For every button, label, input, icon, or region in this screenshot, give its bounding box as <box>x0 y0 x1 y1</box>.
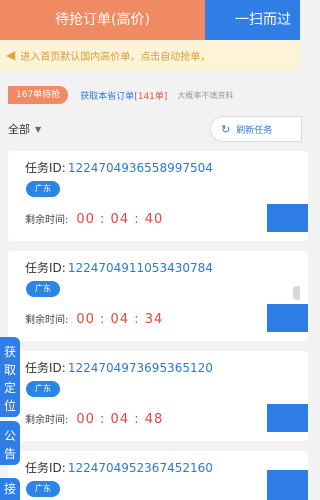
task-id-value: 1224704936558997504 <box>67 161 213 175</box>
partial-side-button[interactable]: 接 <box>0 478 20 500</box>
task-id-row: 任务ID: 1224704911053430784 <box>25 259 213 276</box>
refresh-icon: ↻ <box>221 122 231 136</box>
region-tag: 广东 <box>26 181 60 197</box>
countdown: 00 : 04 : 40 <box>76 212 164 227</box>
task-id-label: 任务ID: <box>25 461 66 475</box>
region-tag: 广东 <box>26 381 60 397</box>
remaining-time-label: 剩余时间: <box>25 215 69 226</box>
fetch-label: 获取本省订单 <box>80 91 135 102</box>
remaining-time-row: 剩余时间: 00 : 04 : 48 <box>25 408 163 427</box>
grab-order-button[interactable] <box>267 304 308 332</box>
countdown: 00 : 04 : 34 <box>76 312 164 327</box>
region-tag: 广东 <box>26 481 60 497</box>
filter-bar: 全部 ▼ ↻ 刷新任务 <box>0 116 302 142</box>
task-id-label: 任务ID: <box>25 361 66 375</box>
stats-bar: 167单待抢 获取本省订单[141单] 大概率不填资料 <box>0 84 300 106</box>
notice-text: 进入首页默认国内高价单，点击自动抢单， <box>20 51 211 63</box>
announcement-button[interactable]: 公告 <box>0 421 20 465</box>
task-id-row: 任务ID: 1224704952367452160 <box>25 459 213 476</box>
task-id-row: 任务ID: 1224704973695365120 <box>25 359 213 376</box>
task-card: 任务ID: 1224704936558997504 广东 剩余时间: 00 : 04… <box>8 151 308 241</box>
edge-handle[interactable] <box>293 286 300 300</box>
grab-order-button[interactable] <box>267 204 308 232</box>
fetch-location-button[interactable]: 获取定位 <box>0 337 20 417</box>
megaphone-icon: ◀ <box>6 48 16 62</box>
caret-down-icon: ▼ <box>35 124 42 134</box>
task-id-label: 任务ID: <box>25 261 66 275</box>
notice-bar: ◀ 进入首页默认国内高价单，点击自动抢单， <box>0 40 300 70</box>
grab-order-button[interactable] <box>267 470 308 500</box>
task-card: 任务ID: 1224704911053430784 广东 剩余时间: 00 : 04… <box>8 251 308 341</box>
task-id-value: 1224704952367452160 <box>67 461 213 475</box>
tab-scan[interactable]: 一扫而过 <box>205 0 300 40</box>
refresh-tasks-button[interactable]: ↻ 刷新任务 <box>210 116 302 142</box>
fetch-count: [141单] <box>134 91 168 102</box>
task-card: 任务ID: 1224704952367452160 广东 <box>8 451 308 500</box>
remaining-time-row: 剩余时间: 00 : 04 : 40 <box>25 208 163 227</box>
filter-selected: 全部 <box>8 123 30 136</box>
top-tabs: 待抢订单(高价) 一扫而过 <box>0 0 300 40</box>
remaining-time-row: 剩余时间: 00 : 04 : 34 <box>25 308 163 327</box>
tab-grab-orders[interactable]: 待抢订单(高价) <box>0 0 205 40</box>
task-card: 任务ID: 1224704973695365120 广东 剩余时间: 00 : 04… <box>8 351 308 441</box>
filter-dropdown[interactable]: 全部 ▼ <box>8 121 41 137</box>
fetch-province-orders-link[interactable]: 获取本省订单[141单] <box>80 89 167 102</box>
remaining-time-label: 剩余时间: <box>25 315 69 326</box>
hint-text: 大概率不填资料 <box>177 90 234 100</box>
countdown: 00 : 04 : 48 <box>76 412 164 427</box>
task-id-row: 任务ID: 1224704936558997504 <box>25 159 213 176</box>
remaining-time-label: 剩余时间: <box>25 415 69 426</box>
task-id-value: 1224704911053430784 <box>67 261 213 275</box>
pending-count-badge: 167单待抢 <box>8 86 69 104</box>
region-tag: 广东 <box>26 281 60 297</box>
refresh-label: 刷新任务 <box>236 125 273 136</box>
task-id-value: 1224704973695365120 <box>67 361 213 375</box>
grab-order-button[interactable] <box>267 404 308 432</box>
task-id-label: 任务ID: <box>25 161 66 175</box>
